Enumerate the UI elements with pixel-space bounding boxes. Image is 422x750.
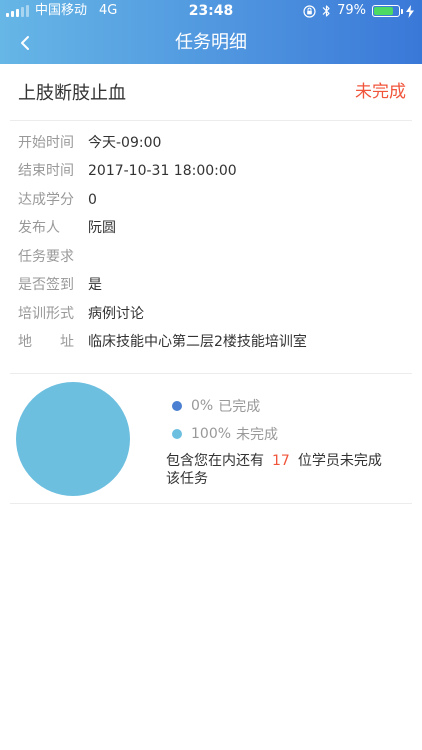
app-header: 中国移动 4G 23:48 79% 任务明细 xyxy=(0,0,422,64)
legend-percent: 0% xyxy=(191,398,214,414)
incomplete-count: 17 xyxy=(272,453,290,469)
detail-row-credits: 达成学分 0 xyxy=(18,186,97,214)
detail-row-address: 地 址 临床技能中心第二层2楼技能培训室 xyxy=(18,328,307,356)
detail-row-end-time: 结束时间 2017-10-31 18:00:00 xyxy=(18,157,237,185)
charging-icon xyxy=(406,4,414,18)
detail-row-requirements: 任务要求 xyxy=(18,243,88,271)
detail-value: 2017-10-31 18:00:00 xyxy=(88,163,237,179)
incomplete-summary: 包含您在内还有 17 位学员未完成该任务 xyxy=(166,453,382,487)
nav-bar: 任务明细 xyxy=(0,22,422,64)
legend-dot-incomplete xyxy=(172,429,182,439)
divider xyxy=(10,373,412,374)
detail-row-start-time: 开始时间 今天-09:00 xyxy=(18,129,161,157)
task-header: 上肢断肢止血 未完成 xyxy=(0,64,422,120)
detail-value: 今天-09:00 xyxy=(88,135,162,151)
detail-row-publisher: 发布人 阮圆 xyxy=(18,214,116,242)
status-bar: 中国移动 4G 23:48 79% xyxy=(0,0,422,22)
pie-slice-1 xyxy=(16,382,130,496)
task-status-badge: 未完成 xyxy=(355,82,406,102)
divider xyxy=(10,503,412,504)
divider xyxy=(10,120,412,121)
legend-percent: 100% xyxy=(191,426,232,442)
detail-label: 任务要求 xyxy=(18,249,74,265)
detail-value: 病例讨论 xyxy=(88,306,144,322)
legend-label: 已完成 xyxy=(218,399,261,415)
legend-completed: 0% 已完成 xyxy=(172,395,260,417)
detail-value: 是 xyxy=(88,277,102,293)
page-title: 任务明细 xyxy=(175,32,247,53)
task-name: 上肢断肢止血 xyxy=(18,83,126,104)
detail-row-training-type: 培训形式 病例讨论 xyxy=(18,300,144,328)
detail-value: 阮圆 xyxy=(88,220,116,236)
completion-pie-chart xyxy=(16,382,130,496)
legend-label: 未完成 xyxy=(236,427,279,443)
legend-incomplete: 100% 未完成 xyxy=(172,423,278,445)
detail-label: 达成学分 xyxy=(18,192,74,208)
detail-label: 培训形式 xyxy=(18,306,74,322)
bluetooth-icon xyxy=(322,5,330,17)
battery-percent: 79% xyxy=(337,3,366,18)
detail-label: 开始时间 xyxy=(18,135,74,151)
detail-value: 0 xyxy=(88,192,97,208)
detail-value: 临床技能中心第二层2楼技能培训室 xyxy=(88,334,307,350)
battery-icon xyxy=(372,5,403,17)
detail-label: 是否签到 xyxy=(18,277,74,293)
detail-row-sign-in: 是否签到 是 xyxy=(18,271,102,299)
legend-dot-completed xyxy=(172,401,182,411)
orientation-lock-icon xyxy=(303,4,316,18)
detail-label: 发布人 xyxy=(18,220,60,236)
detail-label: 地 址 xyxy=(18,334,74,350)
detail-label: 结束时间 xyxy=(18,163,74,179)
